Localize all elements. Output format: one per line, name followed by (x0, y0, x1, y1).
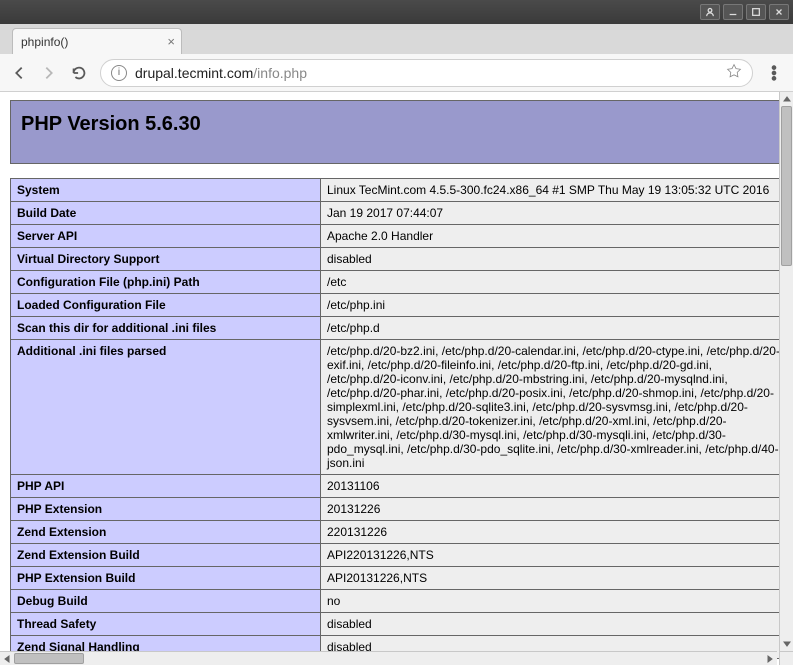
forward-button[interactable] (40, 64, 58, 82)
back-button[interactable] (10, 64, 28, 82)
config-value: 220131226 (321, 521, 787, 544)
config-value: /etc (321, 271, 787, 294)
horizontal-scrollbar[interactable] (0, 651, 777, 665)
config-key: Zend Extension (11, 521, 321, 544)
scroll-left-arrow-icon[interactable] (0, 652, 14, 665)
scroll-up-arrow-icon[interactable] (780, 92, 793, 106)
table-row: Additional .ini files parsed/etc/php.d/2… (11, 340, 787, 475)
scroll-down-arrow-icon[interactable] (780, 637, 793, 651)
browser-tab[interactable]: phpinfo() × (12, 28, 182, 54)
page-viewport: PHP Version 5.6.30 SystemLinux TecMint.c… (0, 92, 793, 665)
table-row: SystemLinux TecMint.com 4.5.5-300.fc24.x… (11, 179, 787, 202)
table-row: PHP Extension20131226 (11, 498, 787, 521)
table-row: Scan this dir for additional .ini files/… (11, 317, 787, 340)
table-row: Debug Buildno (11, 590, 787, 613)
config-key: PHP Extension (11, 498, 321, 521)
config-key: PHP Extension Build (11, 567, 321, 590)
config-key: PHP API (11, 475, 321, 498)
url-host: drupal.tecmint.com (135, 65, 253, 81)
horizontal-scrollbar-thumb[interactable] (14, 653, 84, 664)
browser-toolbar: i drupal.tecmint.com/info.php (0, 54, 793, 92)
vertical-scrollbar-thumb[interactable] (781, 106, 792, 266)
table-row: Zend Extension BuildAPI220131226,NTS (11, 544, 787, 567)
table-row: Thread Safetydisabled (11, 613, 787, 636)
config-value: API220131226,NTS (321, 544, 787, 567)
close-window-button[interactable] (769, 4, 789, 20)
config-key: System (11, 179, 321, 202)
table-row: Loaded Configuration File/etc/php.ini (11, 294, 787, 317)
maximize-button[interactable] (746, 4, 766, 20)
config-value: Linux TecMint.com 4.5.5-300.fc24.x86_64 … (321, 179, 787, 202)
config-value: /etc/php.d (321, 317, 787, 340)
table-row: PHP Extension BuildAPI20131226,NTS (11, 567, 787, 590)
config-value: API20131226,NTS (321, 567, 787, 590)
address-bar[interactable]: i drupal.tecmint.com/info.php (100, 59, 753, 87)
config-key: Thread Safety (11, 613, 321, 636)
config-value: /etc/php.ini (321, 294, 787, 317)
tab-title: phpinfo() (21, 35, 68, 49)
config-key: Configuration File (php.ini) Path (11, 271, 321, 294)
config-key: Debug Build (11, 590, 321, 613)
scroll-right-arrow-icon[interactable] (763, 652, 777, 665)
config-value: disabled (321, 613, 787, 636)
window-titlebar (0, 0, 793, 24)
vertical-scrollbar[interactable] (779, 92, 793, 651)
config-value: disabled (321, 248, 787, 271)
table-row: Zend Extension220131226 (11, 521, 787, 544)
config-value: /etc/php.d/20-bz2.ini, /etc/php.d/20-cal… (321, 340, 787, 475)
table-row: PHP API20131106 (11, 475, 787, 498)
config-key: Scan this dir for additional .ini files (11, 317, 321, 340)
config-value: no (321, 590, 787, 613)
reload-button[interactable] (70, 64, 88, 82)
site-info-icon[interactable]: i (111, 65, 127, 81)
table-row: Virtual Directory Supportdisabled (11, 248, 787, 271)
config-key: Additional .ini files parsed (11, 340, 321, 475)
phpinfo-header: PHP Version 5.6.30 (10, 100, 787, 164)
config-key: Virtual Directory Support (11, 248, 321, 271)
tab-close-icon[interactable]: × (167, 34, 175, 49)
table-row: Build DateJan 19 2017 07:44:07 (11, 202, 787, 225)
tab-strip: phpinfo() × (0, 24, 793, 54)
config-key: Server API (11, 225, 321, 248)
minimize-button[interactable] (723, 4, 743, 20)
config-value: 20131226 (321, 498, 787, 521)
config-value: Apache 2.0 Handler (321, 225, 787, 248)
table-row: Server APIApache 2.0 Handler (11, 225, 787, 248)
scrollbar-corner (779, 651, 793, 665)
config-key: Build Date (11, 202, 321, 225)
config-value: Jan 19 2017 07:44:07 (321, 202, 787, 225)
phpinfo-table: SystemLinux TecMint.com 4.5.5-300.fc24.x… (10, 178, 787, 659)
config-key: Zend Extension Build (11, 544, 321, 567)
url-path: /info.php (253, 65, 307, 81)
table-row: Configuration File (php.ini) Path/etc (11, 271, 787, 294)
config-value: 20131106 (321, 475, 787, 498)
php-version-heading: PHP Version 5.6.30 (21, 113, 201, 136)
bookmark-star-icon[interactable] (726, 63, 742, 82)
user-menu-button[interactable] (700, 4, 720, 20)
browser-menu-button[interactable] (765, 64, 783, 82)
config-key: Loaded Configuration File (11, 294, 321, 317)
